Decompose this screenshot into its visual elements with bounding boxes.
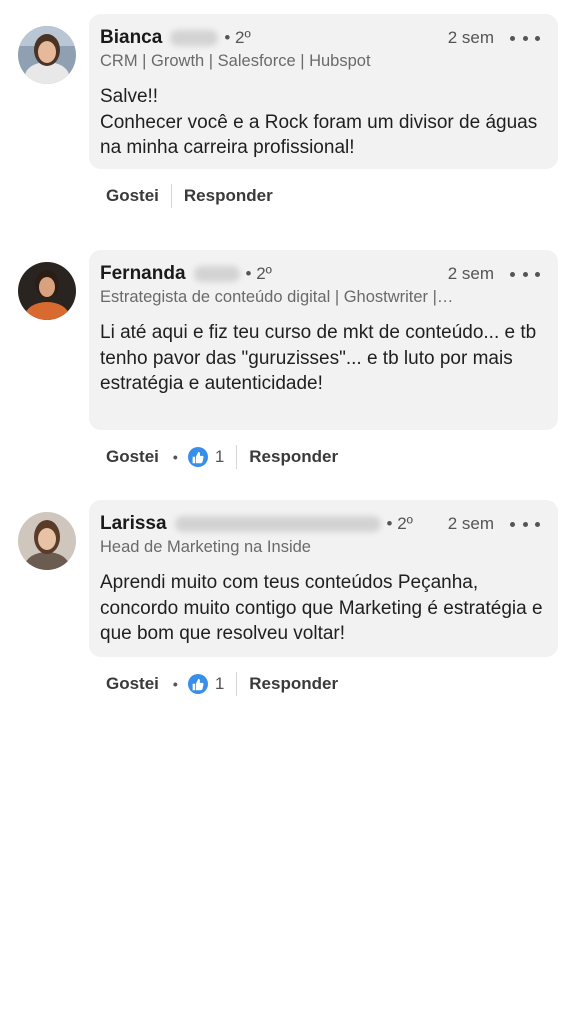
comment-text: Aprendi muito com teus conteúdos Peçanha… bbox=[100, 572, 543, 644]
more-options-icon[interactable] bbox=[510, 262, 540, 286]
comment-bubble: Larissa • 2º 2 sem Head de Marketing na … bbox=[89, 500, 558, 657]
reply-button[interactable]: Responder bbox=[249, 674, 338, 694]
author-name[interactable]: Fernanda bbox=[100, 263, 186, 285]
timestamp: 2 sem bbox=[447, 28, 494, 47]
timestamp: 2 sem bbox=[447, 264, 494, 283]
blurred-surname bbox=[174, 516, 381, 532]
like-reaction-icon[interactable] bbox=[187, 674, 208, 694]
separator-dot: • bbox=[172, 449, 178, 465]
divider bbox=[170, 184, 172, 208]
blurred-surname bbox=[193, 266, 240, 282]
reply-button[interactable]: Responder bbox=[184, 186, 273, 206]
divider bbox=[236, 445, 238, 469]
divider bbox=[236, 672, 238, 696]
author-headline: CRM | Growth | Salesforce | Hubspot bbox=[100, 52, 371, 70]
connection-degree: • 2º bbox=[224, 28, 251, 47]
avatar[interactable] bbox=[18, 26, 76, 84]
blurred-surname bbox=[170, 30, 219, 46]
comment-text: Li até aqui e fiz teu curso de mkt de co… bbox=[100, 322, 537, 394]
like-button[interactable]: Gostei bbox=[106, 186, 159, 206]
comment-bubble: Bianca • 2º 2 sem CRM | Growth | Salesfo… bbox=[89, 14, 558, 169]
comment-actions: Gostei • 1 Responder bbox=[106, 671, 338, 697]
like-button[interactable]: Gostei bbox=[106, 674, 159, 694]
author-name[interactable]: Bianca bbox=[100, 27, 162, 49]
like-button[interactable]: Gostei bbox=[106, 447, 159, 467]
author-headline: Head de Marketing na Inside bbox=[100, 538, 311, 556]
comment-actions: Gostei • 1 Responder bbox=[106, 444, 338, 470]
like-reaction-icon[interactable] bbox=[187, 447, 208, 467]
timestamp: 2 sem bbox=[447, 514, 494, 533]
like-count: 1 bbox=[214, 674, 225, 693]
separator-dot: • bbox=[172, 676, 178, 692]
comment-text: Salve!! Conhecer você e a Rock foram um … bbox=[100, 86, 538, 158]
avatar[interactable] bbox=[18, 512, 76, 570]
like-count: 1 bbox=[214, 447, 225, 466]
comment-actions: Gostei Responder bbox=[106, 183, 273, 209]
comment-bubble: Fernanda • 2º 2 sem Estrategista de cont… bbox=[89, 250, 558, 430]
connection-degree: • 2º bbox=[245, 264, 272, 283]
author-headline: Estrategista de conteúdo digital | Ghost… bbox=[100, 288, 454, 306]
connection-degree: • 2º bbox=[386, 514, 413, 533]
author-name[interactable]: Larissa bbox=[100, 513, 167, 535]
more-options-icon[interactable] bbox=[510, 26, 540, 50]
more-options-icon[interactable] bbox=[510, 512, 540, 536]
avatar[interactable] bbox=[18, 262, 76, 320]
reply-button[interactable]: Responder bbox=[249, 447, 338, 467]
comments-thread: Bianca • 2º 2 sem CRM | Growth | Salesfo… bbox=[0, 0, 576, 1024]
